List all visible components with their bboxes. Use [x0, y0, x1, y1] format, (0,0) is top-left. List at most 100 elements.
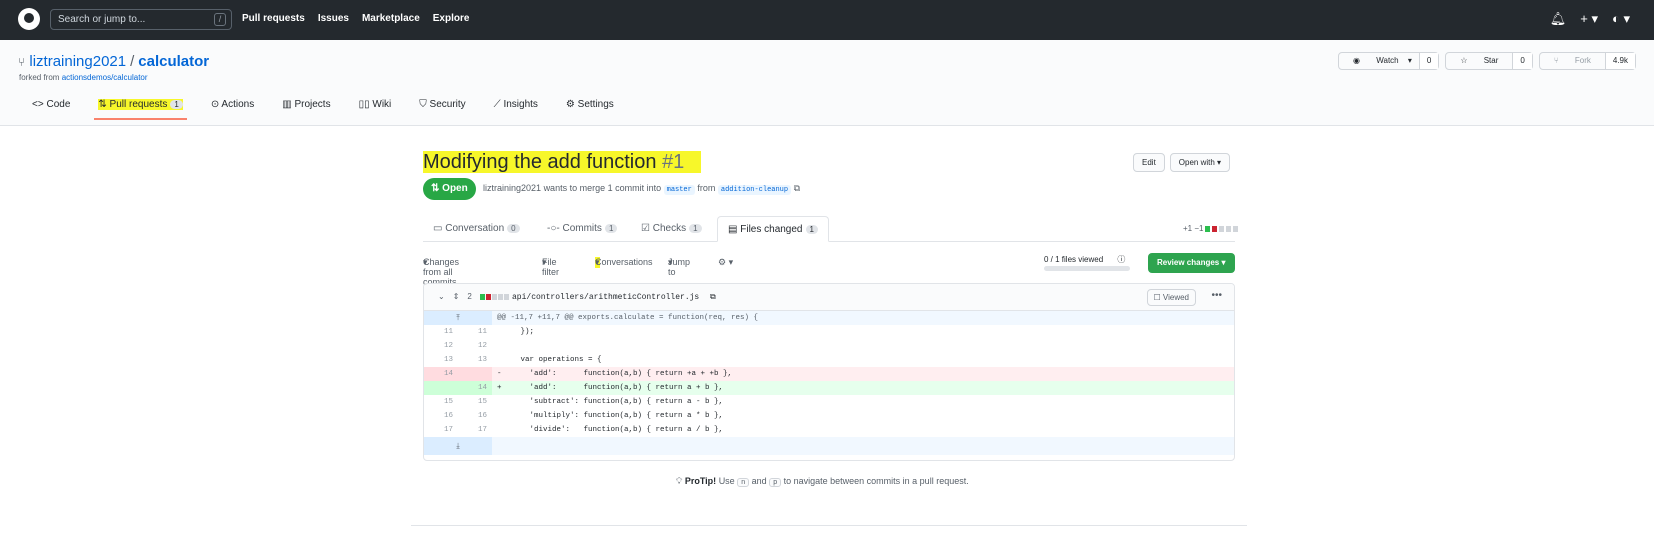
tab-projects[interactable]: ▥ Projects — [278, 97, 334, 120]
repo-header: ⑂ liztraining2021/calculator forked from… — [0, 40, 1654, 126]
tab-checks[interactable]: ☑ Checks 1 — [631, 216, 712, 242]
old-line-number[interactable]: 15 — [424, 395, 458, 409]
plus-dropdown-icon[interactable]: + ▾ — [1580, 11, 1598, 27]
nav-issues[interactable]: Issues — [318, 13, 349, 24]
commits-count: 1 — [604, 224, 618, 233]
old-line-number[interactable]: 13 — [424, 353, 458, 367]
nav-explore[interactable]: Explore — [433, 13, 470, 24]
tab-actions[interactable]: ⊙ Actions — [207, 97, 258, 120]
diffstat-text: +1 −1 — [1183, 224, 1204, 233]
old-line-number[interactable]: 12 — [424, 339, 458, 353]
line-code: 'subtract': function(a,b) { return a - b… — [511, 398, 724, 406]
conversations-dropdown[interactable]: Conversations ▾ — [595, 257, 653, 268]
search-input[interactable]: Search or jump to... / — [50, 9, 232, 30]
new-line-number[interactable]: 14 — [458, 381, 492, 395]
review-changes-button[interactable]: Review changes ▾ — [1148, 253, 1235, 273]
tab-pulls-label: Pull requests — [109, 99, 168, 110]
new-line-number[interactable]: 11 — [458, 325, 492, 339]
repo-owner-link[interactable]: liztraining2021 — [29, 53, 126, 70]
tab-conversation[interactable]: ▭ Conversation 0 — [423, 216, 530, 242]
fork-count[interactable]: 4.9k — [1604, 53, 1635, 69]
open-with-button[interactable]: Open with ▾ — [1169, 153, 1231, 172]
copy-icon[interactable]: ⧉ — [794, 183, 800, 193]
line-sign: - — [492, 367, 507, 381]
tab-code[interactable]: <> Code — [28, 97, 74, 120]
diffstat-neutral-square — [1226, 225, 1232, 232]
fork-button[interactable]: ⑂ Fork 4.9k — [1538, 52, 1636, 70]
old-line-number[interactable]: 11 — [424, 325, 458, 339]
star-count[interactable]: 0 — [1512, 53, 1532, 69]
edit-button[interactable]: Edit — [1133, 153, 1165, 172]
line-sign — [492, 423, 507, 437]
expand-all-icon[interactable]: ⇕ — [453, 292, 460, 301]
global-nav: Pull requests Issues Marketplace Explore — [242, 13, 469, 24]
new-line-number[interactable]: 12 — [458, 339, 492, 353]
line-sign — [492, 395, 507, 409]
tab-actions-label: Actions — [221, 99, 255, 110]
watch-button[interactable]: ◉ Watch ▾ 0 — [1338, 52, 1440, 70]
tab-settings[interactable]: ⚙ Settings — [562, 97, 618, 120]
tab-files-label: Files changed — [740, 224, 803, 235]
protip-text: Use — [718, 476, 735, 486]
info-icon[interactable]: ⓘ — [1117, 255, 1125, 264]
chevron-down-icon[interactable]: ⌄ — [438, 292, 445, 301]
file-path-link[interactable]: api/controllers/arithmeticController.js … — [512, 293, 716, 302]
commit-icon: -○- — [547, 223, 563, 234]
expand-up-icon[interactable]: ⤒ — [424, 311, 492, 325]
old-line-number[interactable]: 17 — [424, 423, 458, 437]
expand-down-icon[interactable]: ⤓ — [424, 437, 492, 455]
tab-projects-label: Projects — [294, 99, 331, 110]
diffstat-neutral-square — [1219, 225, 1225, 232]
jump-to-label: Jump to — [668, 257, 691, 277]
viewed-checkbox[interactable]: ☐ Viewed — [1146, 289, 1196, 306]
diffstat-del-square — [485, 293, 491, 300]
pr-state-label: Open — [442, 183, 468, 194]
github-logo-icon[interactable] — [18, 8, 40, 30]
pr-author-link[interactable]: liztraining2021 — [483, 183, 541, 193]
tab-security[interactable]: ⛉ Security — [415, 97, 469, 120]
avatar-icon[interactable]: ◐ ▾ — [1612, 11, 1630, 27]
nav-marketplace[interactable]: Marketplace — [362, 13, 420, 24]
star-button[interactable]: ☆ Star 0 — [1445, 52, 1533, 70]
tab-wiki[interactable]: ▯▯ Wiki — [355, 97, 396, 120]
file-path-text: api/controllers/arithmeticController.js — [512, 293, 700, 302]
hunk-footer-row: ⤓ — [424, 437, 1234, 455]
watch-count[interactable]: 0 — [1418, 53, 1439, 69]
files-viewed-progress-bar — [1044, 266, 1130, 271]
new-line-number[interactable]: 16 — [458, 409, 492, 423]
new-line-number[interactable]: 13 — [458, 353, 492, 367]
old-line-number[interactable] — [424, 381, 458, 395]
jump-to-dropdown[interactable]: Jump to ▾ — [668, 257, 690, 277]
changes-from-dropdown[interactable]: Changes from all commits ▾ — [423, 257, 459, 287]
star-label: Star — [1483, 56, 1499, 65]
tab-commits[interactable]: -○- Commits 1 — [537, 216, 627, 242]
graph-icon: ⟋ — [493, 99, 504, 110]
forked-from-link[interactable]: actionsdemos/calculator — [62, 73, 148, 82]
bell-icon[interactable]: 🔔︎ — [1550, 11, 1567, 27]
file-filter-dropdown[interactable]: File filter ▾ — [542, 257, 559, 277]
new-line-number[interactable]: 17 — [458, 423, 492, 437]
old-line-number[interactable]: 14 — [424, 367, 458, 381]
new-line-number[interactable]: 15 — [458, 395, 492, 409]
base-branch[interactable]: master — [663, 185, 695, 195]
copy-path-icon[interactable]: ⧉ — [710, 293, 716, 302]
tab-insights[interactable]: ⟋ Insights — [490, 97, 542, 120]
nav-pull-requests[interactable]: Pull requests — [242, 13, 305, 24]
open-with-label: Open with — [1178, 158, 1215, 167]
diffstat-neutral-square — [1233, 225, 1239, 232]
watch-label: Watch — [1376, 56, 1399, 65]
head-branch[interactable]: addition-cleanup — [717, 185, 792, 195]
old-line-number[interactable]: 16 — [424, 409, 458, 423]
global-header: Search or jump to... / Pull requests Iss… — [0, 0, 1654, 40]
diff-line: 15 15 'subtract': function(a,b) { return… — [424, 395, 1234, 409]
diff-settings-gear-icon[interactable]: ⚙ ▾ — [718, 257, 733, 268]
line-sign: + — [492, 381, 507, 395]
files-viewed-text: 0 / 1 files viewed ⓘ — [1044, 254, 1125, 265]
tab-commits-label: Commits — [562, 223, 602, 234]
tab-files-changed[interactable]: ▤ Files changed 1 — [717, 216, 829, 242]
kebab-menu-icon[interactable]: ••• — [1211, 290, 1222, 301]
new-line-number[interactable] — [458, 367, 492, 381]
tab-pull-requests[interactable]: ⇅ Pull requests 1 — [94, 97, 187, 120]
repo-name-link[interactable]: calculator — [138, 53, 209, 70]
pull-request-icon: ⇅ — [98, 99, 110, 110]
